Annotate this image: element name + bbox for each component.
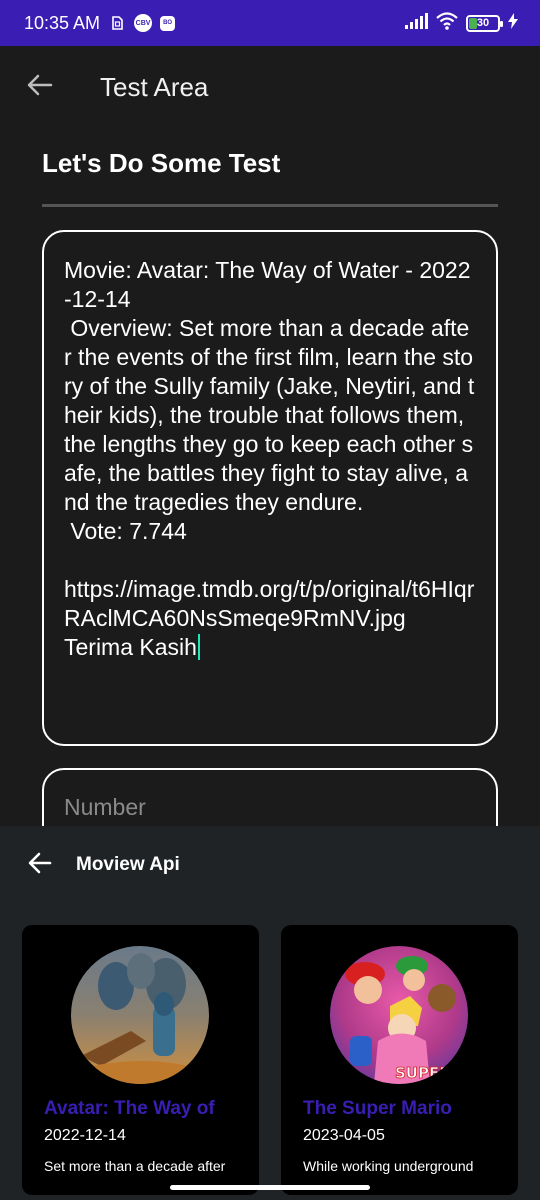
movie-poster-super-mario: SUPER [330, 946, 468, 1084]
app-notification-icon: CBV [134, 14, 153, 32]
status-system-icons: 30 [404, 11, 518, 35]
sim-icon [108, 14, 126, 32]
signal-icon [404, 12, 428, 34]
app-notification-icon: BO [160, 15, 176, 31]
movie-title: Avatar: The Way of [44, 1098, 215, 1119]
arrow-left-icon [28, 852, 52, 879]
status-bar: 10:35 AM CBV BO 30 [0, 0, 540, 46]
wifi-icon [436, 11, 458, 35]
movie-poster-avatar [71, 946, 209, 1084]
textarea-text: Movie: Avatar: The Way of Water - 2022-1… [64, 257, 475, 660]
divider [42, 204, 498, 207]
number-placeholder: Number [64, 794, 146, 820]
movie-card[interactable]: SUPER The Super Mario 2023-04-05 While w… [281, 925, 518, 1195]
sheet-header: Moview Api [0, 826, 540, 904]
text-cursor [197, 634, 200, 660]
poster-logo-text: SUPER [395, 1064, 451, 1082]
movie-card[interactable]: Avatar: The Way of 2022-12-14 Set more t… [22, 925, 259, 1195]
battery-level-text: 30 [476, 17, 490, 29]
arrow-left-icon [27, 74, 53, 101]
home-indicator[interactable] [170, 1185, 370, 1190]
sheet-back-button[interactable] [20, 845, 60, 885]
battery-icon: 30 [466, 14, 503, 32]
status-notification-icons: CBV BO [108, 14, 176, 32]
movie-release-date: 2022-12-14 [44, 1127, 126, 1144]
movie-overview: While working underground [303, 1158, 474, 1174]
back-button[interactable] [20, 67, 60, 107]
movie-api-sheet: Moview Api Avatar: The Way of 2022-12-14… [0, 826, 540, 1200]
app-bar-title: Test Area [100, 71, 209, 102]
section-heading: Let's Do Some Test [42, 148, 281, 178]
charging-icon [508, 12, 518, 34]
movie-title: The Super Mario [303, 1098, 452, 1119]
movie-overview: Set more than a decade after [44, 1158, 226, 1174]
status-time: 10:35 AM [24, 12, 101, 33]
movie-card-list: Avatar: The Way of 2022-12-14 Set more t… [22, 925, 518, 1195]
sheet-title: Moview Api [76, 854, 180, 875]
movie-details-textarea[interactable]: Movie: Avatar: The Way of Water - 2022-1… [42, 230, 498, 746]
movie-release-date: 2023-04-05 [303, 1127, 385, 1144]
app-bar: Test Area [0, 46, 540, 128]
